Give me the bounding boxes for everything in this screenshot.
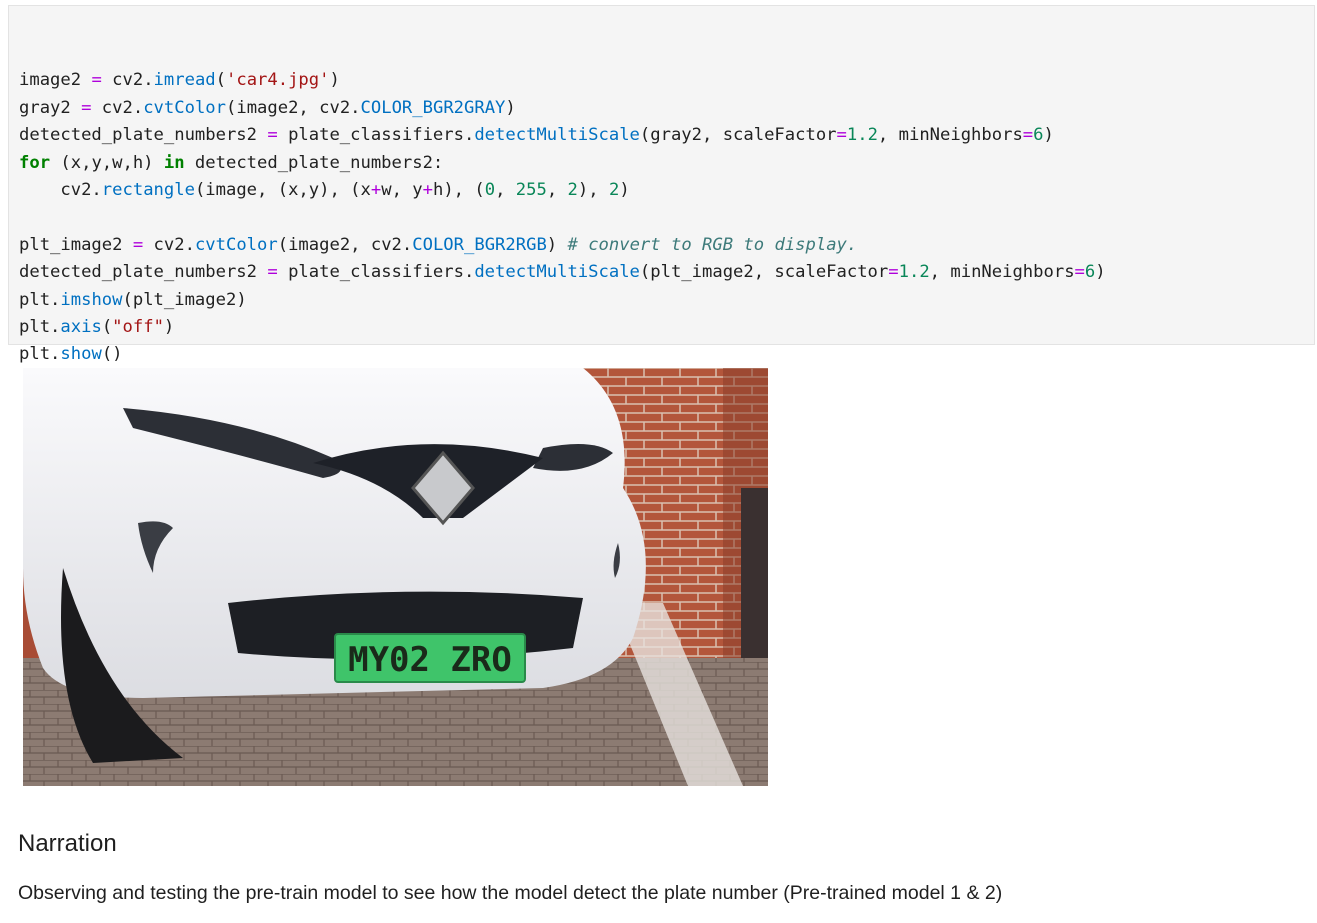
code-token: ) [329,70,340,91]
code-line[interactable]: cv2.rectangle(image, (x,y), (x+w, y+h), … [19,177,1106,204]
code-token: in [163,152,185,173]
code-token: h), ( [432,179,485,200]
code-token: ) [505,97,516,118]
code-token: # convert to RGB to display. [567,234,858,255]
code-token: = [1074,262,1085,283]
code-token: 2 [567,179,578,200]
code-token: for [19,152,51,173]
code-token: "off" [112,316,164,337]
code-token: plate_classifiers. [277,125,475,146]
code-token: () [101,344,123,365]
code-token: cv2. [19,179,102,200]
code-line[interactable] [19,204,1106,231]
code-token: imread [153,70,216,91]
code-token: 6 [1084,262,1096,283]
code-token: , minNeighbors [929,262,1075,283]
code-token: (gray2, scaleFactor [639,125,837,146]
code-token: = [267,262,278,283]
code-token: ) [1043,125,1054,146]
code-token: plt_image2 [19,234,133,255]
code-token: ) [1095,262,1106,283]
code-token: w, y [381,179,423,200]
license-plate-text: MY02 ZRO [348,640,512,680]
code-line[interactable]: for (x,y,w,h) in detected_plate_numbers2… [19,150,1106,177]
code-line[interactable]: gray2 = cv2.cvtColor(image2, cv2.COLOR_B… [19,95,1106,122]
code-token: = [132,234,144,255]
code-token: + [370,179,382,200]
code-token: , [495,179,516,200]
code-line[interactable]: plt.show() [19,341,1106,368]
code-line[interactable]: plt_image2 = cv2.cvtColor(image2, cv2.CO… [19,232,1106,259]
code-token: , [546,179,568,200]
code-line[interactable]: plt.imshow(plt_image2) [19,287,1106,314]
narration-paragraph: Observing and testing the pre-train mode… [18,882,1003,904]
code-token: 1.2 [846,125,878,146]
code-token: ( [215,70,226,91]
code-line[interactable]: detected_plate_numbers2 = plate_classifi… [19,259,1106,286]
code-token: 255 [515,179,547,200]
code-editor[interactable]: image2 = cv2.imread('car4.jpg') gray2 = c… [19,40,1106,369]
code-token: ) [619,179,630,200]
code-token: (image2, cv2. [277,234,413,255]
code-token: cv2. [101,70,154,91]
code-token: = [81,97,92,118]
output-image: MY02 ZRO [23,368,768,786]
code-token: show [60,344,102,365]
code-token: + [422,179,433,200]
code-line[interactable] [19,40,1106,67]
code-token: = [91,70,102,91]
code-token: COLOR_BGR2RGB [412,234,547,255]
code-token: (image, (x,y), (x [194,179,371,200]
narration-heading: Narration [18,830,117,857]
code-token: detectMultiScale [474,125,640,146]
code-token: plate_classifiers. [277,262,475,283]
code-token: cvtColor [194,234,278,255]
code-token: ) [546,234,568,255]
code-token: = [1022,125,1034,146]
code-token: 6 [1033,125,1044,146]
code-token: 1.2 [898,262,930,283]
code-line[interactable]: image2 = cv2.imread('car4.jpg') [19,67,1106,94]
code-token: plt. [19,344,61,365]
code-token: COLOR_BGR2GRAY [360,97,506,118]
code-cell[interactable]: image2 = cv2.imread('car4.jpg') gray2 = c… [8,5,1315,364]
code-line[interactable]: detected_plate_numbers2 = plate_classifi… [19,122,1106,149]
code-token: ( [101,316,113,337]
code-token: = [836,125,847,146]
code-token: (image2, cv2. [226,97,361,118]
code-token: plt. [19,289,61,310]
car-photo: MY02 ZRO [23,368,768,786]
code-token: plt. [19,316,61,337]
code-token: = [267,125,278,146]
code-token: 'car4.jpg' [226,70,330,91]
code-token: 2 [608,179,620,200]
code-token: cv2. [91,97,144,118]
code-token: ), [577,179,609,200]
code-token: detectMultiScale [474,262,640,283]
code-token: cvtColor [143,97,226,118]
code-token: (x,y,w,h) [50,152,164,173]
code-token: detected_plate_numbers2 [19,125,268,146]
code-token: rectangle [101,179,195,200]
code-token: detected_plate_numbers2 [19,262,268,283]
code-token: (plt_image2) [122,289,247,310]
code-token: 0 [484,179,496,200]
code-token: imshow [60,289,123,310]
code-token: gray2 [19,97,82,118]
code-line[interactable]: plt.axis("off") [19,314,1106,341]
code-token: image2 [19,70,92,91]
code-token: ) [163,316,175,337]
code-token: cv2. [143,234,195,255]
code-token: detected_plate_numbers2: [184,152,444,173]
code-token: = [888,262,899,283]
code-token: (plt_image2, scaleFactor [639,262,889,283]
code-token: , minNeighbors [877,125,1023,146]
code-token: axis [60,316,102,337]
